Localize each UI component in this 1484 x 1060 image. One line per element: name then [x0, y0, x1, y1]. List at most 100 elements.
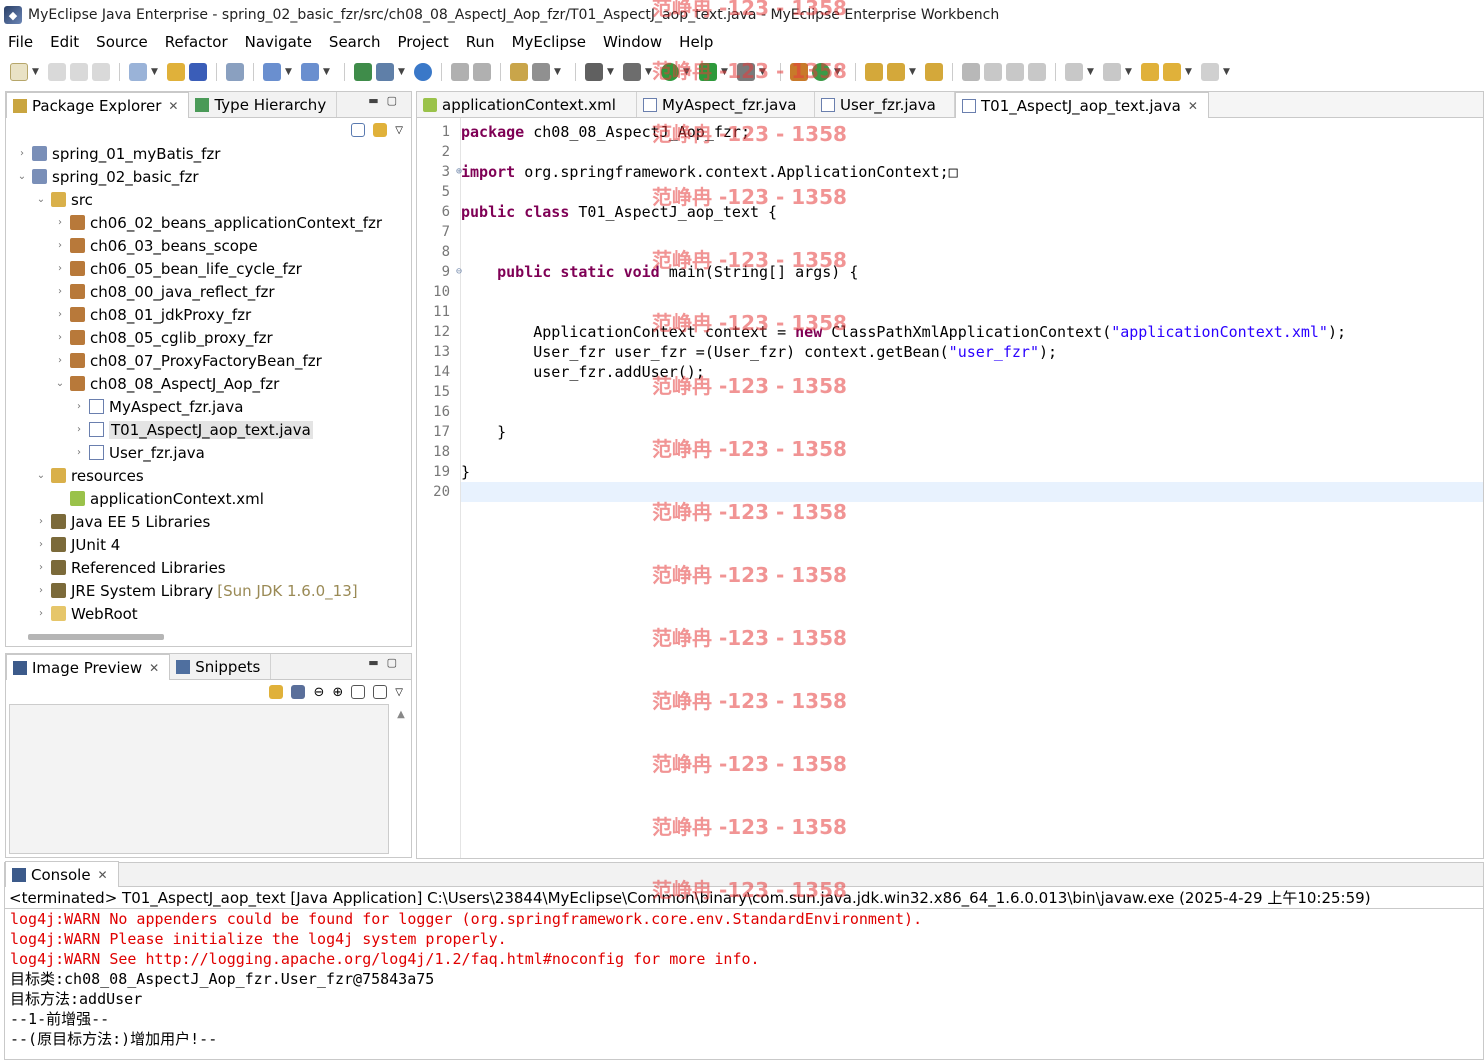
- chevron-right-icon[interactable]: ›: [54, 286, 66, 297]
- menu-run[interactable]: Run: [466, 33, 495, 51]
- show-whitespace-icon[interactable]: [1028, 63, 1046, 81]
- chevron-right-icon[interactable]: ›: [35, 585, 47, 596]
- tree-item[interactable]: › WebRoot: [6, 602, 411, 625]
- close-icon[interactable]: ✕: [149, 661, 159, 675]
- forward-icon[interactable]: [1201, 63, 1219, 81]
- horizontal-scrollbar[interactable]: [28, 634, 164, 640]
- view-menu-icon[interactable]: ▽: [395, 687, 403, 698]
- chevron-right-icon[interactable]: ›: [54, 332, 66, 343]
- new-web-project-icon[interactable]: [129, 63, 147, 81]
- tree-item[interactable]: › T01_AspectJ_aop_text.java: [6, 418, 411, 441]
- chevron-right-icon[interactable]: ›: [73, 424, 85, 435]
- code-line[interactable]: ApplicationContext context = new ClassPa…: [461, 322, 1483, 342]
- console-output[interactable]: log4j:WARN No appenders could be found f…: [5, 909, 1483, 1049]
- tree-item[interactable]: ⌄ spring_02_basic_fzr: [6, 165, 411, 188]
- next-annotation-dropdown-icon[interactable]: ▼: [1087, 67, 1095, 77]
- code-line[interactable]: [461, 482, 1483, 502]
- tab-type-hierarchy[interactable]: Type Hierarchy: [189, 92, 338, 117]
- code-line[interactable]: [461, 402, 1483, 422]
- search-icon[interactable]: [887, 63, 905, 81]
- code-line[interactable]: public class T01_AspectJ_aop_text {: [461, 202, 1483, 222]
- run-icon[interactable]: [661, 63, 679, 81]
- menu-project[interactable]: Project: [397, 33, 448, 51]
- tree-item[interactable]: › spring_01_myBatis_fzr: [6, 142, 411, 165]
- editor-tab[interactable]: User_fzr.java: [815, 92, 955, 117]
- new-class-icon[interactable]: [812, 63, 830, 81]
- menu-navigate[interactable]: Navigate: [245, 33, 312, 51]
- tree-item[interactable]: › ch06_02_beans_applicationContext_fzr: [6, 211, 411, 234]
- tree-item[interactable]: › ch06_03_beans_scope: [6, 234, 411, 257]
- package-explorer-icon[interactable]: [167, 63, 185, 81]
- prev-annotation-icon[interactable]: [1103, 63, 1121, 81]
- chevron-right-icon[interactable]: ›: [35, 516, 47, 527]
- code-line[interactable]: public static void main(String[] args) {: [461, 262, 1483, 282]
- new-java-project-icon[interactable]: [790, 63, 808, 81]
- tree-item[interactable]: › ch08_07_ProxyFactoryBean_fzr: [6, 349, 411, 372]
- report-icon[interactable]: [451, 63, 469, 81]
- editor-tab[interactable]: applicationContext.xml: [417, 92, 637, 117]
- open-project-icon[interactable]: [865, 63, 883, 81]
- block-selection-icon[interactable]: [1006, 63, 1024, 81]
- chevron-right-icon[interactable]: ›: [73, 447, 85, 458]
- new-icon[interactable]: [10, 63, 28, 81]
- forward-dropdown-icon[interactable]: ▼: [1223, 67, 1231, 77]
- new-class-dropdown-icon[interactable]: ▼: [834, 67, 842, 77]
- tree-item[interactable]: › ch08_05_cglib_proxy_fzr: [6, 326, 411, 349]
- chevron-right-icon[interactable]: ›: [73, 401, 85, 412]
- tree-item[interactable]: applicationContext.xml: [6, 487, 411, 510]
- zoom-out-icon[interactable]: ⊖: [313, 685, 324, 700]
- fit-image-icon[interactable]: [291, 685, 306, 699]
- new-ui-icon[interactable]: [354, 63, 372, 81]
- open-type-icon[interactable]: [189, 63, 207, 81]
- chevron-down-icon[interactable]: ⌄: [16, 171, 28, 182]
- debug-icon[interactable]: [623, 63, 641, 81]
- coverage-dropdown-icon[interactable]: ▼: [721, 67, 729, 77]
- camera-dropdown-icon[interactable]: ▼: [607, 67, 615, 77]
- browser-dropdown-icon[interactable]: ▼: [398, 67, 406, 77]
- back-icon[interactable]: [1163, 63, 1181, 81]
- chevron-right-icon[interactable]: ›: [54, 240, 66, 251]
- back-dropdown-icon[interactable]: ▼: [1185, 67, 1193, 77]
- menu-source[interactable]: Source: [96, 33, 148, 51]
- globe-icon[interactable]: [414, 63, 432, 81]
- tree-item[interactable]: ⌄ resources: [6, 464, 411, 487]
- tree-item[interactable]: › JRE System Library [Sun JDK 1.6.0_13]: [6, 579, 411, 602]
- project-dropdown-icon[interactable]: ▼: [151, 67, 159, 77]
- annotation-icon[interactable]: [962, 63, 980, 81]
- chevron-down-icon[interactable]: ⌄: [35, 470, 47, 481]
- close-icon[interactable]: ✕: [98, 868, 108, 882]
- tree-item[interactable]: › ch08_01_jdkProxy_fzr: [6, 303, 411, 326]
- tab-snippets[interactable]: Snippets: [170, 654, 272, 679]
- menu-file[interactable]: File: [8, 33, 33, 51]
- code-line[interactable]: [461, 442, 1483, 462]
- refresh-report-icon[interactable]: [473, 63, 491, 81]
- launch-server-icon[interactable]: [301, 63, 319, 81]
- scroll-up-icon[interactable]: ▲: [395, 709, 407, 720]
- menu-search[interactable]: Search: [329, 33, 381, 51]
- chevron-right-icon[interactable]: ›: [54, 217, 66, 228]
- new-report-icon[interactable]: [510, 63, 528, 81]
- code-line[interactable]: [461, 242, 1483, 262]
- tree-item[interactable]: ⌄ ch08_08_AspectJ_Aop_fzr: [6, 372, 411, 395]
- code-line[interactable]: }: [461, 422, 1483, 442]
- save-all-icon[interactable]: [70, 63, 88, 81]
- editor-tab[interactable]: MyAspect_fzr.java: [637, 92, 815, 117]
- chevron-right-icon[interactable]: ›: [35, 562, 47, 573]
- code-line[interactable]: [461, 142, 1483, 162]
- code-line[interactable]: user_fzr.addUser();: [461, 362, 1483, 382]
- code-line[interactable]: }: [461, 462, 1483, 482]
- menu-refactor[interactable]: Refactor: [165, 33, 228, 51]
- code-line[interactable]: User_fzr user_fzr =(User_fzr) context.ge…: [461, 342, 1483, 362]
- print-icon[interactable]: [92, 63, 110, 81]
- code-line[interactable]: import org.springframework.context.Appli…: [461, 162, 1483, 182]
- chevron-right-icon[interactable]: ›: [35, 608, 47, 619]
- coverage-icon[interactable]: [699, 63, 717, 81]
- server-dropdown-icon[interactable]: ▼: [323, 67, 331, 77]
- tree-item[interactable]: ⌄ src: [6, 188, 411, 211]
- fit-window-icon[interactable]: [373, 685, 388, 699]
- chevron-right-icon[interactable]: ›: [54, 309, 66, 320]
- chevron-right-icon[interactable]: ›: [35, 539, 47, 550]
- code-area[interactable]: package ch08_08_AspectJ_Aop_fzr; import …: [461, 118, 1483, 858]
- save-icon[interactable]: [48, 63, 66, 81]
- code-line[interactable]: [461, 382, 1483, 402]
